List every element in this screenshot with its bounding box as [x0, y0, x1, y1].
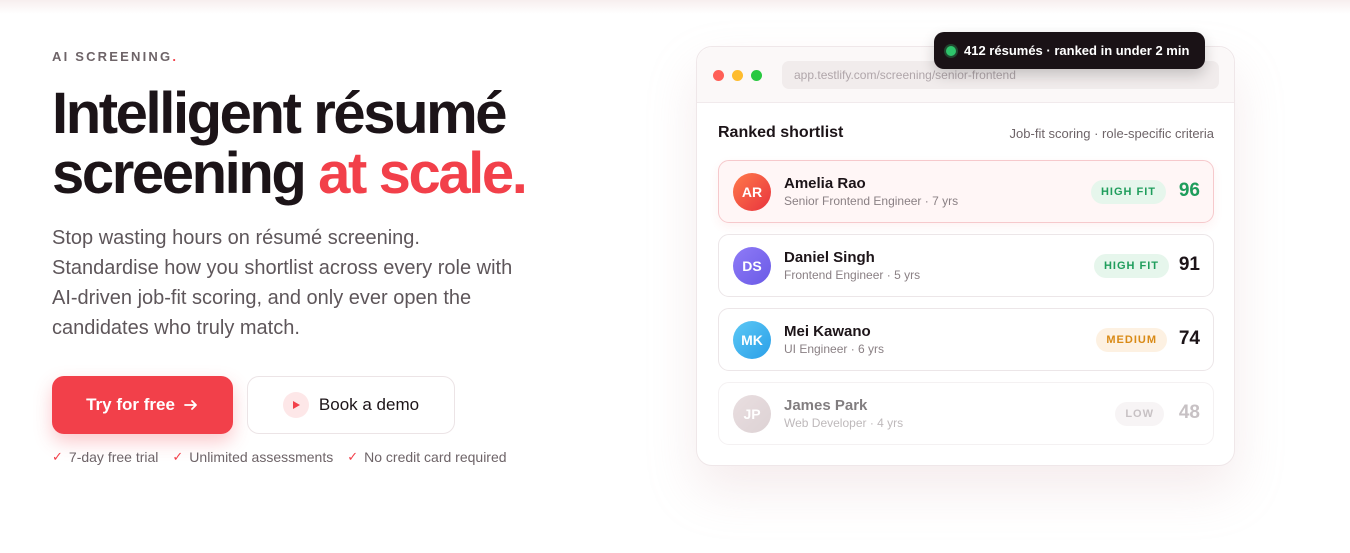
candidate-row[interactable]: AR Amelia Rao Senior Frontend Engineer ·… — [718, 160, 1214, 223]
shortlist-title: Ranked shortlist — [718, 124, 844, 141]
try-for-free-label: Try for free — [86, 395, 175, 414]
candidate-name: James Park — [784, 397, 868, 414]
arrow-right-icon — [184, 400, 197, 410]
fit-score: 48 — [1178, 402, 1200, 423]
maximize-dot-icon — [751, 70, 762, 81]
check-icon: ✓ — [52, 449, 63, 464]
fit-score: 74 — [1178, 328, 1200, 349]
headline-accent: at scale. — [318, 141, 528, 206]
fit-badge: MEDIUM — [1096, 328, 1167, 352]
minimize-dot-icon — [732, 70, 743, 81]
candidate-row[interactable]: JP James Park Web Developer · 4 yrs LOW … — [718, 382, 1214, 445]
perk-text: No credit card required — [364, 449, 507, 465]
avatar: MK — [733, 321, 771, 359]
candidate-name: Daniel Singh — [784, 249, 875, 266]
eyebrow: AI SCREENING. — [52, 49, 178, 64]
book-demo-button[interactable]: Book a demo — [247, 376, 455, 434]
candidate-name: Amelia Rao — [784, 175, 866, 192]
candidate-role: UI Engineer · 6 yrs — [784, 342, 885, 356]
check-icon: ✓ — [172, 449, 184, 464]
perks-list: ✓ 7-day free trial ✓ Unlimited assessmen… — [52, 449, 507, 465]
close-dot-icon — [713, 70, 724, 81]
hero-subtext: Stop wasting hours on résumé screening. … — [52, 227, 513, 339]
top-glow — [0, 0, 1350, 14]
headline: Intelligent résumé screening at scale. — [52, 84, 652, 204]
candidate-name: Mei Kawano — [784, 323, 871, 340]
fit-badge: LOW — [1115, 402, 1164, 426]
check-icon: ✓ — [347, 449, 359, 464]
try-for-free-button[interactable]: Try for free — [52, 376, 233, 434]
avatar: JP — [733, 395, 771, 433]
play-icon — [282, 392, 309, 418]
candidate-row[interactable]: MK Mei Kawano UI Engineer · 6 yrs MEDIUM… — [718, 308, 1214, 371]
eyebrow-text: AI SCREENING — [52, 49, 173, 64]
status-dot-icon — [946, 45, 956, 56]
fit-badge: HIGH FIT — [1093, 254, 1169, 278]
avatar: AR — [733, 173, 771, 211]
fit-badge: HIGH FIT — [1090, 180, 1166, 204]
toast-text: 412 résumés · ranked in under 2 min — [964, 43, 1190, 58]
perk-item: ✓ Unlimited assessments — [172, 449, 333, 465]
candidate-role: Web Developer · 4 yrs — [784, 416, 904, 430]
candidate-role: Senior Frontend Engineer · 7 yrs — [784, 194, 959, 208]
shortlist-window: app.testlify.com/screening/senior-fronte… — [696, 46, 1235, 466]
shortlist-meta: Job-fit scoring · role-specific criteria — [1009, 126, 1214, 141]
headline-line-2: screening — [52, 141, 319, 206]
headline-line-1: Intelligent résumé — [52, 81, 508, 146]
perk-text: 7-day free trial — [68, 449, 159, 465]
perk-text: Unlimited assessments — [189, 449, 334, 465]
eyebrow-dot: . — [172, 49, 179, 64]
candidate-role: Frontend Engineer · 5 yrs — [784, 268, 921, 282]
candidate-row[interactable]: DS Daniel Singh Frontend Engineer · 5 yr… — [718, 234, 1214, 297]
fit-score: 96 — [1178, 180, 1200, 201]
book-demo-label: Book a demo — [318, 395, 420, 414]
perk-item: ✓ 7-day free trial — [52, 449, 158, 465]
fit-score: 91 — [1178, 254, 1200, 275]
avatar: DS — [733, 247, 771, 285]
result-toast: 412 résumés · ranked in under 2 min — [934, 32, 1205, 69]
perk-item: ✓ No credit card required — [347, 449, 506, 465]
